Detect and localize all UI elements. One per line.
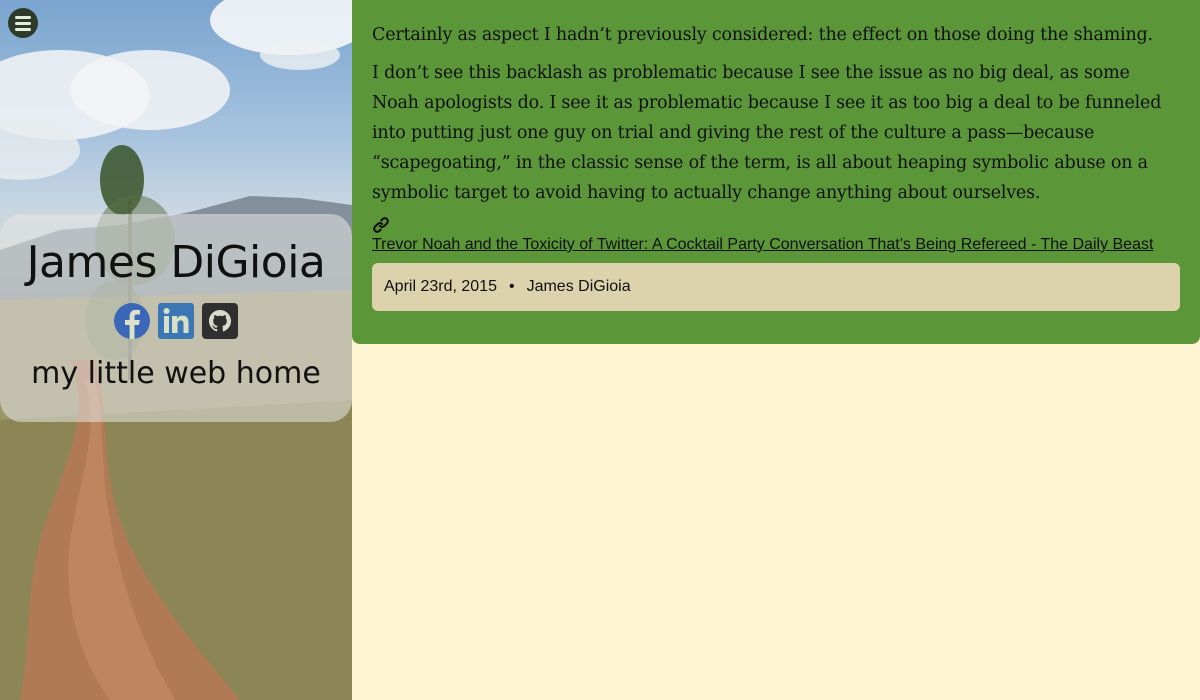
- meta-separator: •: [508, 278, 515, 295]
- post-card: Certainly as aspect I hadn’t previously …: [352, 0, 1200, 344]
- post-author[interactable]: James DiGioia: [527, 278, 631, 296]
- site-tagline: my little web home: [31, 356, 321, 391]
- post-date[interactable]: April 23rd, 2015: [384, 278, 497, 296]
- menu-icon: [15, 15, 31, 19]
- post-paragraph: I don’t see this backlash as problematic…: [372, 63, 1162, 203]
- identity-card: James DiGioia my little web home: [0, 214, 352, 422]
- link-icon[interactable]: [372, 216, 390, 234]
- menu-button[interactable]: [8, 8, 38, 38]
- github-icon[interactable]: [202, 303, 238, 339]
- linkedin-icon[interactable]: [158, 303, 194, 339]
- post-meta: April 23rd, 2015 • James DiGioia: [372, 263, 1180, 311]
- social-links: [0, 302, 352, 340]
- source-link[interactable]: Trevor Noah and the Toxicity of Twitter:…: [372, 235, 1153, 255]
- post-paragraph: Certainly as aspect I hadn’t previously …: [372, 25, 1153, 45]
- facebook-icon[interactable]: [114, 303, 150, 339]
- sidebar: James DiGioia my little web home: [0, 0, 352, 700]
- site-title[interactable]: James DiGioia: [0, 238, 352, 288]
